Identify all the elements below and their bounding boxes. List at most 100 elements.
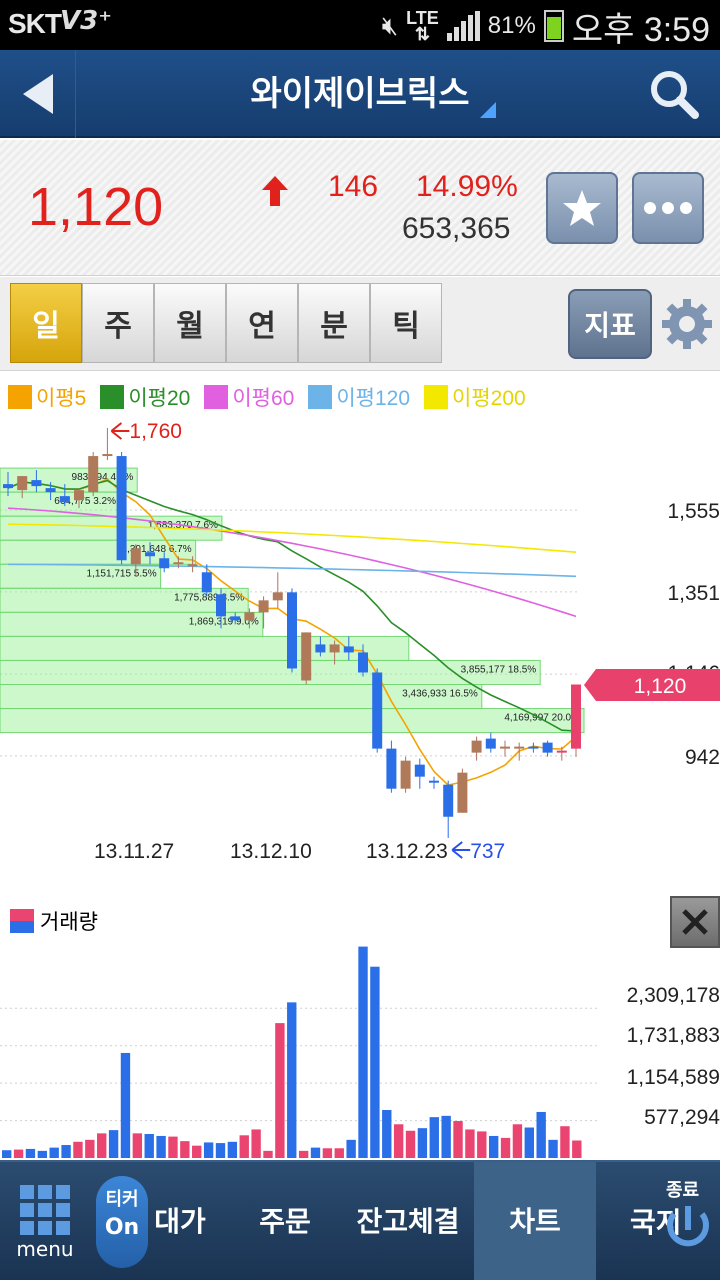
candle <box>429 776 439 789</box>
volume-bar <box>215 1143 226 1158</box>
ticker-toggle[interactable]: 티커 On <box>96 1176 148 1268</box>
nav-item-chart[interactable]: 차트 <box>474 1162 596 1280</box>
volume-bar <box>405 1130 416 1158</box>
period-tab[interactable]: 연 <box>226 283 298 363</box>
candle <box>528 742 539 753</box>
nav-item-order[interactable]: 주문 <box>230 1162 340 1280</box>
volume-bar <box>524 1127 534 1158</box>
candle <box>88 452 99 497</box>
stock-name-title[interactable]: 와이제이브릭스 <box>90 50 630 138</box>
candle <box>542 740 553 757</box>
volume-chart[interactable] <box>0 940 720 1160</box>
volume-bar <box>49 1147 59 1158</box>
volume-profile-label: 4,169,997 20.0% <box>504 713 580 724</box>
nav-item-quote[interactable]: 대가 <box>150 1162 210 1280</box>
exit-button[interactable]: 국지 종료 <box>596 1162 720 1280</box>
y-tick-label: 1,555 <box>667 500 720 523</box>
period-tab[interactable]: 일 <box>10 283 82 363</box>
candle <box>201 564 212 597</box>
grid-menu-icon <box>20 1185 70 1235</box>
bottom-nav: menu 티커 On 대가 주문 잔고체결 차트 국지 종료 <box>0 1160 720 1280</box>
volume-profile-bar: 1,151,715 5.5% <box>0 563 162 589</box>
volume-bar <box>429 1117 439 1158</box>
candle-body <box>17 476 28 491</box>
candle <box>272 572 283 609</box>
volume-legend: 거래량 <box>10 906 98 936</box>
carrier-label: SKT <box>8 8 62 39</box>
candle-body <box>159 558 170 569</box>
candle-body <box>386 748 397 789</box>
legend-swatch <box>8 385 32 409</box>
candle <box>457 768 468 813</box>
candle-body <box>571 684 581 749</box>
volume-bar <box>298 1150 309 1158</box>
volume-bar <box>85 1139 95 1158</box>
battery-icon <box>543 10 564 42</box>
chart-settings-button[interactable] <box>660 297 714 351</box>
ticker-label: 티커 <box>105 1189 139 1210</box>
volume-bar <box>382 1110 392 1158</box>
candle <box>443 780 454 838</box>
candle <box>571 684 581 757</box>
volume-bar <box>417 1128 428 1158</box>
candle-body <box>3 484 13 489</box>
volume-profile-label: 1,151,715 5.5% <box>87 568 157 579</box>
legend-item: 이평200 <box>424 382 526 412</box>
volume-bar <box>346 1139 356 1158</box>
candle-body <box>31 480 42 487</box>
volume-y-tick-label: 1,731,883 <box>626 1024 720 1047</box>
current-price-tag: 1,120 <box>584 669 720 701</box>
dropdown-indicator-icon[interactable] <box>480 102 496 118</box>
legend-item: 이평60 <box>204 382 294 412</box>
volume-bar <box>13 1149 24 1158</box>
volume-bar <box>251 1129 261 1158</box>
volume-y-tick-label: 2,309,178 <box>626 984 720 1007</box>
candle-body <box>358 652 368 673</box>
legend-label: 이평5 <box>36 387 87 410</box>
exit-label: 종료 <box>666 1180 699 1201</box>
favorite-button[interactable] <box>546 172 618 244</box>
candle-body <box>329 644 340 653</box>
more-options-button[interactable] <box>632 172 704 244</box>
trade-volume: 653,365 <box>402 212 511 245</box>
volume-profile-label: 3,855,177 18.5% <box>461 664 537 675</box>
volume-bar <box>239 1135 249 1158</box>
candle <box>116 452 127 565</box>
indicator-button[interactable]: 지표 <box>568 289 652 359</box>
candle <box>471 736 482 761</box>
candle-body <box>400 760 411 789</box>
volume-profile-rect <box>0 708 585 734</box>
candle-body <box>429 780 439 783</box>
menu-button[interactable]: menu <box>0 1162 90 1280</box>
volume-bar <box>477 1131 487 1158</box>
volume-bar <box>334 1148 344 1158</box>
volume-bar <box>322 1148 333 1158</box>
volume-bar <box>370 966 380 1158</box>
x-tick-label: 13.12.10 <box>230 840 312 863</box>
volume-bar <box>25 1148 36 1158</box>
volume-bar <box>73 1141 83 1158</box>
legend-item: 이평20 <box>100 382 190 412</box>
back-button[interactable] <box>0 50 76 138</box>
v3-app-icon: V3⁺ <box>60 6 112 36</box>
candle <box>287 588 297 673</box>
period-tab[interactable]: 틱 <box>370 283 442 363</box>
legend-item: 이평120 <box>308 382 410 412</box>
nav-item-balance[interactable]: 잔고체결 <box>346 1162 470 1280</box>
period-tab[interactable]: 주 <box>82 283 154 363</box>
legend-label: 이평120 <box>336 387 411 410</box>
price-chart[interactable]: 983,294 4.7%664,775 3.2%1,583,370 7.6%1,… <box>0 410 720 880</box>
mute-icon: 🔇︎ <box>381 10 399 40</box>
volume-bar <box>560 1126 570 1158</box>
period-tab[interactable]: 분 <box>298 283 370 363</box>
period-tab[interactable]: 월 <box>154 283 226 363</box>
volume-bar <box>500 1137 511 1158</box>
current-price-tag-label: 1,120 <box>634 675 687 698</box>
candle-body <box>500 746 510 749</box>
candle-body <box>244 612 255 621</box>
candle-body <box>74 490 84 501</box>
search-button[interactable] <box>648 68 700 120</box>
candle <box>386 740 397 793</box>
close-icon <box>682 909 708 935</box>
volume-bar <box>144 1134 154 1158</box>
